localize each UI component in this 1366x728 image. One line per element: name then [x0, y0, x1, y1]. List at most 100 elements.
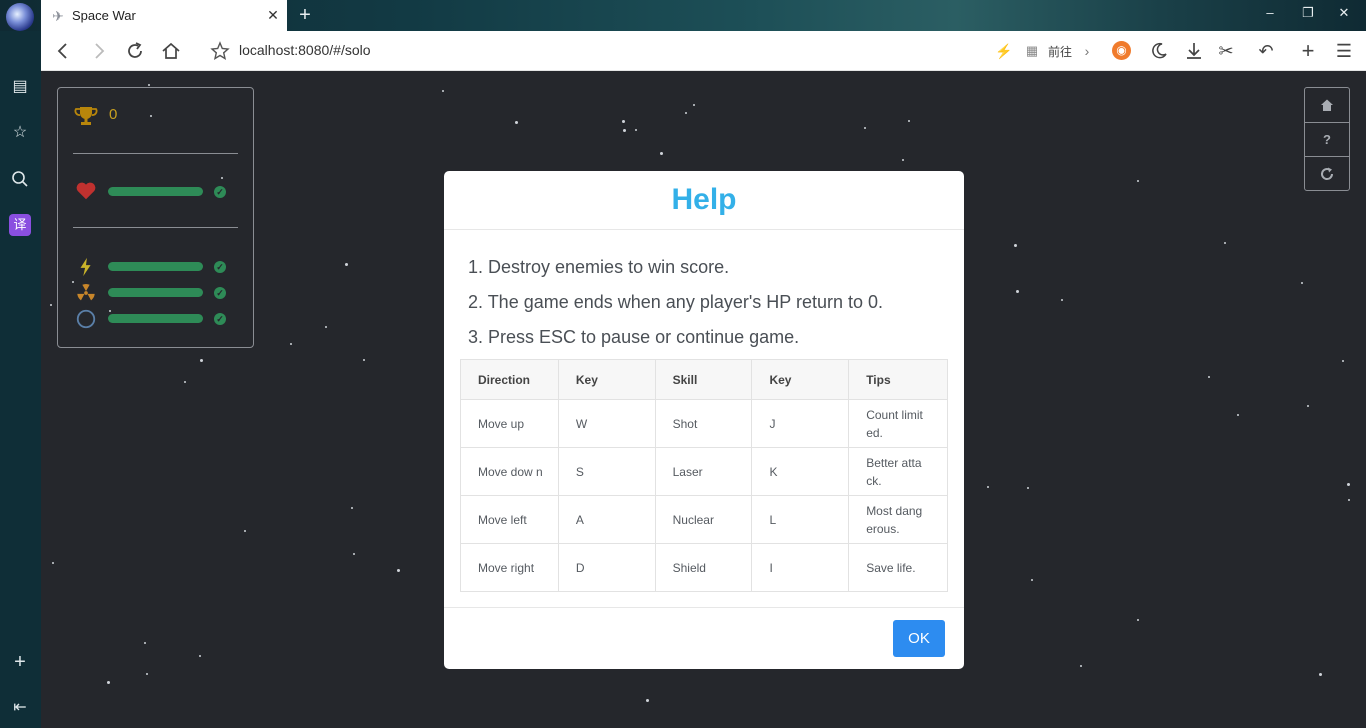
search-icon[interactable] — [9, 168, 31, 190]
browser-tab[interactable]: ✈ Space War ✕ — [41, 0, 287, 31]
restore-button[interactable]: ❐ — [1296, 5, 1320, 21]
table-row: Move right D Shield I Save life. — [460, 543, 948, 592]
divider — [73, 227, 238, 228]
health-bar — [108, 187, 203, 196]
shield-bar — [108, 314, 203, 323]
rules-list: 1. Destroy enemies to win score. 2. The … — [468, 255, 883, 360]
forward-icon[interactable] — [88, 40, 110, 62]
star — [622, 120, 625, 123]
add-icon[interactable]: + — [1297, 40, 1319, 62]
star — [353, 553, 355, 555]
chevron-right-icon[interactable]: › — [1076, 40, 1098, 62]
column-header: Key — [557, 359, 656, 400]
table-cell: S — [557, 447, 656, 496]
translate-icon[interactable]: 译 — [9, 214, 31, 236]
help-dialog: Help 1. Destroy enemies to win score. 2.… — [444, 171, 964, 669]
rule-item: 1. Destroy enemies to win score. — [468, 257, 730, 277]
star — [693, 104, 695, 106]
star — [351, 507, 353, 509]
table-cell: Move left — [460, 495, 559, 544]
extension-icon[interactable]: ◉ — [1112, 41, 1131, 60]
star — [1307, 405, 1309, 407]
address-bar[interactable]: localhost:8080/#/solo — [239, 42, 371, 58]
download-icon[interactable] — [1183, 40, 1205, 62]
star — [199, 655, 201, 657]
score-value: 0 — [109, 106, 118, 123]
undo-close-icon[interactable]: ↶ — [1255, 40, 1277, 62]
game-side-menu: ? — [1304, 87, 1350, 191]
controls-table: Direction Key Skill Key Tips Move up W S… — [460, 359, 948, 592]
collapse-sidebar-icon[interactable]: ⇤ — [9, 697, 31, 719]
screenshot-scissors-icon[interactable]: ✂ — [1215, 40, 1237, 62]
browser-logo-icon[interactable] — [6, 3, 34, 31]
browser-sidebar: ▤ ☆ 译 + ⇤ — [0, 31, 41, 728]
star — [646, 699, 649, 702]
star — [1137, 619, 1139, 621]
rule-item: 2. The game ends when any player's HP re… — [468, 292, 884, 312]
lightning-icon[interactable]: ⚡ — [993, 40, 1015, 62]
star — [442, 90, 444, 92]
table-cell: Most dang erous. — [848, 495, 948, 544]
shield-check-icon: ✓ — [214, 313, 226, 325]
star — [244, 530, 246, 532]
reader-icon[interactable]: ▤ — [9, 76, 31, 98]
add-panel-icon[interactable]: + — [9, 651, 31, 673]
star — [1208, 376, 1210, 378]
home-icon[interactable] — [160, 40, 182, 62]
lightning-icon — [80, 257, 91, 277]
star — [50, 304, 52, 306]
star — [107, 681, 110, 684]
reload-icon[interactable] — [124, 40, 146, 62]
star — [623, 129, 626, 132]
table-row: Move dow n S Laser K Better atta ck. — [460, 447, 948, 496]
table-cell: Nuclear — [654, 495, 753, 544]
rule-item: 3. Press ESC to pause or continue game. — [468, 327, 800, 347]
back-icon[interactable] — [52, 40, 74, 62]
column-header: Direction — [460, 359, 559, 400]
star — [363, 359, 365, 361]
star — [685, 112, 687, 114]
close-window-button[interactable]: ✕ — [1332, 5, 1356, 21]
game-canvas[interactable]: 0 ✓ ✓ ✓ ✓ ? Help 1. Destroy enemies to w… — [41, 71, 1366, 728]
table-cell: Laser — [654, 447, 753, 496]
star — [902, 159, 904, 161]
help-icon[interactable]: ? — [1305, 122, 1349, 156]
table-header-row: Direction Key Skill Key Tips — [460, 359, 948, 400]
close-tab-icon[interactable]: ✕ — [265, 7, 281, 24]
ok-button[interactable]: OK — [893, 620, 945, 657]
refresh-icon[interactable] — [1305, 156, 1349, 190]
shield-ring-icon — [76, 309, 96, 329]
minimize-button[interactable]: – — [1258, 5, 1282, 20]
dialog-header: Help — [444, 171, 964, 230]
bookmark-star-icon[interactable] — [209, 40, 231, 62]
goto-button[interactable]: 前往 — [1048, 43, 1072, 60]
star — [1319, 673, 1322, 676]
table-cell: K — [751, 447, 850, 496]
table-row: Move left A Nuclear L Most dang erous. — [460, 495, 948, 544]
star — [635, 129, 637, 131]
table-cell: Count limit ed. — [848, 399, 948, 448]
star — [397, 569, 400, 572]
star — [290, 343, 292, 345]
home-icon[interactable] — [1305, 88, 1349, 122]
favorites-star-icon[interactable]: ☆ — [9, 122, 31, 144]
heart-icon — [76, 182, 96, 200]
column-header: Key — [751, 359, 850, 400]
star — [660, 152, 663, 155]
table-cell: J — [751, 399, 850, 448]
star — [987, 486, 989, 488]
laser-check-icon: ✓ — [214, 261, 226, 273]
tab-title: Space War — [72, 8, 136, 23]
menu-icon[interactable]: ☰ — [1333, 40, 1355, 62]
new-tab-button[interactable]: + — [294, 4, 316, 26]
night-mode-icon[interactable] — [1148, 40, 1170, 62]
star — [515, 121, 518, 124]
qr-code-icon[interactable]: ▦ — [1021, 40, 1043, 62]
table-cell: Move dow n — [460, 447, 559, 496]
table-cell: Save life. — [848, 543, 948, 592]
star — [1348, 499, 1350, 501]
star — [1237, 414, 1239, 416]
star — [200, 359, 203, 362]
browser-titlebar: ✈ Space War ✕ + – ❐ ✕ — [0, 0, 1366, 31]
health-check-icon: ✓ — [214, 186, 226, 198]
